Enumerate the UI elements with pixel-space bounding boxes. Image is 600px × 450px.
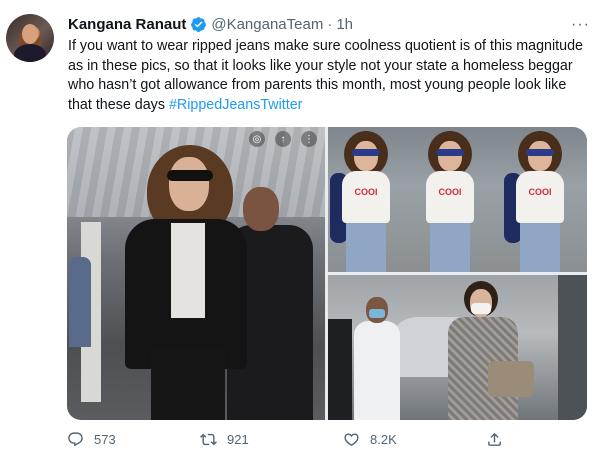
avatar-shoulder-shape (14, 44, 46, 62)
jeans-shape (430, 223, 470, 272)
face-shape (528, 141, 552, 171)
shirt-print-3: COOl (528, 187, 552, 197)
tweet-text: If you want to wear ripped jeans make su… (68, 37, 588, 115)
tshirt-shape (426, 171, 474, 223)
tweet-header: Kangana Ranaut @KanganaTeam · 1h (68, 14, 353, 34)
retweet-button[interactable]: 921 (200, 431, 249, 448)
reply-count: 573 (94, 432, 116, 447)
header-separator: · (327, 15, 333, 33)
face-mask-shape (369, 309, 385, 318)
author-handle[interactable]: @KanganaTeam (211, 16, 323, 33)
hashtag-link[interactable]: #RippedJeansTwitter (169, 97, 303, 113)
shirt-print-1: COOl (354, 187, 378, 197)
retweet-count: 921 (227, 432, 249, 447)
jeans-shape (346, 223, 386, 272)
reply-button[interactable]: 573 (67, 431, 116, 448)
face-shape (438, 141, 462, 171)
right-person-shape (558, 275, 587, 420)
face-mask-shape (471, 303, 491, 314)
author-name[interactable]: Kangana Ranaut (68, 16, 186, 33)
sunglasses-shape (352, 149, 380, 156)
like-button[interactable]: 8.2K (343, 431, 397, 448)
like-count: 8.2K (370, 432, 397, 447)
options-icon[interactable]: ⋮ (301, 131, 317, 147)
sunglasses-shape (436, 149, 464, 156)
bodyguard-head (243, 187, 279, 231)
author-avatar[interactable] (6, 14, 54, 62)
handbag-shape (488, 361, 534, 397)
tweet-timestamp[interactable]: 1h (336, 16, 353, 33)
figure-2: COOl (414, 127, 484, 272)
white-top-shape (171, 223, 205, 318)
verified-badge-icon (191, 16, 207, 32)
tshirt-shape (342, 171, 390, 223)
face-shape (169, 157, 209, 211)
face-shape (354, 141, 378, 171)
photo-airport-masked[interactable] (328, 275, 587, 420)
shirt-print-2: COOl (438, 187, 462, 197)
retweet-icon (200, 433, 217, 446)
more-options-icon[interactable]: ··· (571, 16, 590, 34)
share-button[interactable] (486, 431, 503, 448)
sunglasses-shape (526, 149, 554, 156)
sunglasses-shape (167, 170, 213, 181)
share-media-icon[interactable]: ↑ (275, 131, 291, 147)
tweet[interactable]: Kangana Ranaut @KanganaTeam · 1h ··· If … (0, 0, 600, 450)
like-icon (344, 433, 359, 446)
photo-cool-shirt-trio[interactable]: COOl COOl COOl (328, 127, 587, 272)
tag-icon[interactable]: ◎ (249, 131, 265, 147)
ripped-jeans-shape (151, 347, 225, 420)
tweet-actions: 573 921 8.2K (67, 431, 587, 450)
tshirt-shape (516, 171, 564, 223)
media-grid: ◎ ↑ ⋮ COOl COOl COOl (67, 127, 587, 420)
reply-icon (68, 432, 83, 447)
background-person (69, 257, 91, 347)
media-tools: ◎ ↑ ⋮ (249, 131, 317, 147)
figure-1: COOl (330, 127, 400, 272)
guard-shirt-shape (354, 321, 400, 420)
tweet-body: If you want to wear ripped jeans make su… (68, 38, 583, 113)
photo-airport-leather-jacket[interactable]: ◎ ↑ ⋮ (67, 127, 325, 420)
jeans-shape (520, 223, 560, 272)
left-person-shape (328, 319, 352, 420)
figure-3: COOl (504, 127, 574, 272)
share-icon (488, 432, 501, 446)
avatar-face-shape (22, 24, 38, 44)
